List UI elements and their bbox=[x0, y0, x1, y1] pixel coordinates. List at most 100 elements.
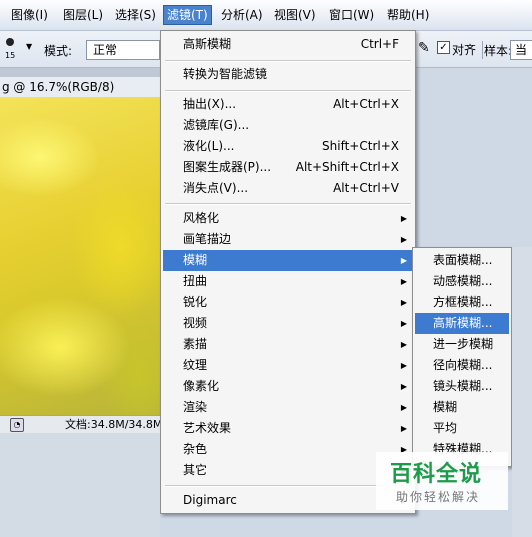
brush-preset-icon[interactable] bbox=[6, 38, 14, 46]
menu-item-label: 素描 bbox=[183, 337, 208, 351]
menu-item-label: 液化(L)... bbox=[183, 139, 235, 153]
document-title-text: g @ 16.7%(RGB/8) bbox=[2, 80, 115, 94]
menu-item-pixelate[interactable]: 像素化 ▶ bbox=[163, 376, 413, 397]
menu-item-label: 扭曲 bbox=[183, 274, 208, 288]
menu-item-filter-gallery[interactable]: 滤镜库(G)... bbox=[163, 115, 413, 136]
menu-filter[interactable]: 滤镜(T) bbox=[163, 5, 212, 25]
submenu-item-label: 高斯模糊... bbox=[433, 316, 493, 330]
mode-select[interactable]: 正常 bbox=[86, 40, 160, 60]
submenu-arrow-icon: ▶ bbox=[400, 277, 407, 286]
menu-item-sketch[interactable]: 素描 ▶ bbox=[163, 334, 413, 355]
menu-item-render[interactable]: 渲染 ▶ bbox=[163, 397, 413, 418]
menu-item-shortcut: Alt+Ctrl+V bbox=[333, 181, 399, 195]
menu-item-pattern-maker[interactable]: 图案生成器(P)... Alt+Shift+Ctrl+X bbox=[163, 157, 413, 178]
submenu-item-motion-blur[interactable]: 动感模糊... bbox=[415, 271, 509, 292]
airbrush-icon[interactable]: ✎ bbox=[418, 40, 430, 56]
submenu-item-label: 镜头模糊... bbox=[433, 379, 493, 393]
menu-item-label: 高斯模糊 bbox=[183, 37, 232, 51]
menu-select[interactable]: 选择(S) bbox=[112, 6, 159, 24]
menu-separator bbox=[165, 485, 411, 487]
align-checkbox[interactable]: ✓ bbox=[437, 41, 450, 54]
menu-separator bbox=[165, 60, 411, 62]
menu-item-label: 滤镜库(G)... bbox=[183, 118, 250, 132]
watermark-subtitle: 助你轻松解决 bbox=[396, 490, 481, 504]
document-canvas[interactable] bbox=[0, 97, 162, 415]
submenu-arrow-icon: ▶ bbox=[400, 256, 407, 265]
menu-item-brush-strokes[interactable]: 画笔描边 ▶ bbox=[163, 229, 413, 250]
workspace-gap bbox=[0, 68, 162, 77]
menu-item-stylize[interactable]: 风格化 ▶ bbox=[163, 208, 413, 229]
menubar: 图像(I) 图层(L) 选择(S) 滤镜(T) 分析(A) 视图(V) 窗口(W… bbox=[0, 0, 532, 31]
menu-item-label: 画笔描边 bbox=[183, 232, 232, 246]
mode-value: 正常 bbox=[93, 43, 118, 57]
submenu-item-blur-more[interactable]: 进一步模糊 bbox=[415, 334, 509, 355]
menu-item-label: 视频 bbox=[183, 316, 208, 330]
submenu-arrow-icon: ▶ bbox=[400, 403, 407, 412]
menu-item-shortcut: Alt+Shift+Ctrl+X bbox=[295, 160, 399, 174]
submenu-item-surface-blur[interactable]: 表面模糊... bbox=[415, 250, 509, 271]
submenu-item-label: 径向模糊... bbox=[433, 358, 493, 372]
blur-submenu: 表面模糊... 动感模糊... 方框模糊... 高斯模糊... 进一步模糊 径向… bbox=[412, 247, 512, 467]
menu-item-extract[interactable]: 抽出(X)... Alt+Ctrl+X bbox=[163, 94, 413, 115]
menu-item-label: 转换为智能滤镜 bbox=[183, 67, 268, 81]
submenu-item-label: 动感模糊... bbox=[433, 274, 493, 288]
menu-item-last-filter[interactable]: 高斯模糊 Ctrl+F bbox=[163, 34, 413, 55]
menu-item-convert-smart-filter[interactable]: 转换为智能滤镜 bbox=[163, 64, 413, 85]
menu-item-label: 杂色 bbox=[183, 442, 208, 456]
menu-item-label: 抽出(X)... bbox=[183, 97, 237, 111]
menu-item-label: Digimarc bbox=[183, 493, 237, 507]
workspace-background bbox=[0, 433, 160, 537]
submenu-arrow-icon: ▶ bbox=[400, 361, 407, 370]
status-menu-icon[interactable]: ◔ bbox=[10, 418, 24, 432]
menu-item-label: 图案生成器(P)... bbox=[183, 160, 272, 174]
menu-item-blur[interactable]: 模糊 ▶ bbox=[163, 250, 413, 271]
sample-value: 当 bbox=[515, 43, 528, 57]
options-divider bbox=[482, 41, 483, 59]
menu-item-sharpen[interactable]: 锐化 ▶ bbox=[163, 292, 413, 313]
brush-size: 15 bbox=[5, 51, 16, 60]
submenu-item-gaussian-blur[interactable]: 高斯模糊... bbox=[415, 313, 509, 334]
menu-layer[interactable]: 图层(L) bbox=[60, 6, 106, 24]
menu-item-shortcut: Ctrl+F bbox=[360, 37, 399, 51]
submenu-item-lens-blur[interactable]: 镜头模糊... bbox=[415, 376, 509, 397]
menu-item-label: 纹理 bbox=[183, 358, 208, 372]
filter-menu: 高斯模糊 Ctrl+F 转换为智能滤镜 抽出(X)... Alt+Ctrl+X … bbox=[160, 30, 416, 514]
menu-separator bbox=[165, 203, 411, 205]
menu-item-shortcut: Shift+Ctrl+X bbox=[322, 139, 399, 153]
document-title[interactable]: g @ 16.7%(RGB/8) bbox=[0, 77, 162, 97]
menu-image[interactable]: 图像(I) bbox=[8, 6, 51, 24]
submenu-arrow-icon: ▶ bbox=[400, 319, 407, 328]
submenu-item-label: 表面模糊... bbox=[433, 253, 493, 267]
sample-select[interactable]: 当 bbox=[510, 40, 532, 60]
menu-item-label: 渲染 bbox=[183, 400, 208, 414]
submenu-arrow-icon: ▶ bbox=[400, 235, 407, 244]
watermark-logo: 百科全说 助你轻松解决 bbox=[376, 452, 508, 510]
submenu-item-blur[interactable]: 模糊 bbox=[415, 397, 509, 418]
menu-item-label: 风格化 bbox=[183, 211, 220, 225]
submenu-item-label: 进一步模糊 bbox=[433, 337, 494, 351]
menu-item-artistic[interactable]: 艺术效果 ▶ bbox=[163, 418, 413, 439]
menu-item-texture[interactable]: 纹理 ▶ bbox=[163, 355, 413, 376]
menu-analysis[interactable]: 分析(A) bbox=[218, 6, 266, 24]
document-size: 文档:34.8M/34.8M bbox=[65, 418, 162, 431]
menu-help[interactable]: 帮助(H) bbox=[384, 6, 432, 24]
menu-item-distort[interactable]: 扭曲 ▶ bbox=[163, 271, 413, 292]
submenu-item-radial-blur[interactable]: 径向模糊... bbox=[415, 355, 509, 376]
mode-label: 模式: bbox=[44, 44, 73, 58]
menu-item-liquify[interactable]: 液化(L)... Shift+Ctrl+X bbox=[163, 136, 413, 157]
menu-item-label: 消失点(V)... bbox=[183, 181, 249, 195]
menu-separator bbox=[165, 90, 411, 92]
workspace-background bbox=[512, 247, 532, 537]
menu-item-label: 艺术效果 bbox=[183, 421, 232, 435]
brush-dropdown-arrow-icon[interactable]: ▼ bbox=[26, 42, 32, 51]
menu-window[interactable]: 窗口(W) bbox=[326, 6, 377, 24]
submenu-item-box-blur[interactable]: 方框模糊... bbox=[415, 292, 509, 313]
watermark-title: 百科全说 bbox=[390, 462, 483, 487]
submenu-arrow-icon: ▶ bbox=[400, 214, 407, 223]
document-statusbar: ◔ 文档:34.8M/34.8M bbox=[0, 415, 162, 434]
menu-item-video[interactable]: 视频 ▶ bbox=[163, 313, 413, 334]
menu-item-vanishing-point[interactable]: 消失点(V)... Alt+Ctrl+V bbox=[163, 178, 413, 199]
submenu-item-average[interactable]: 平均 bbox=[415, 418, 509, 439]
menu-item-label: 像素化 bbox=[183, 379, 220, 393]
menu-view[interactable]: 视图(V) bbox=[271, 6, 319, 24]
